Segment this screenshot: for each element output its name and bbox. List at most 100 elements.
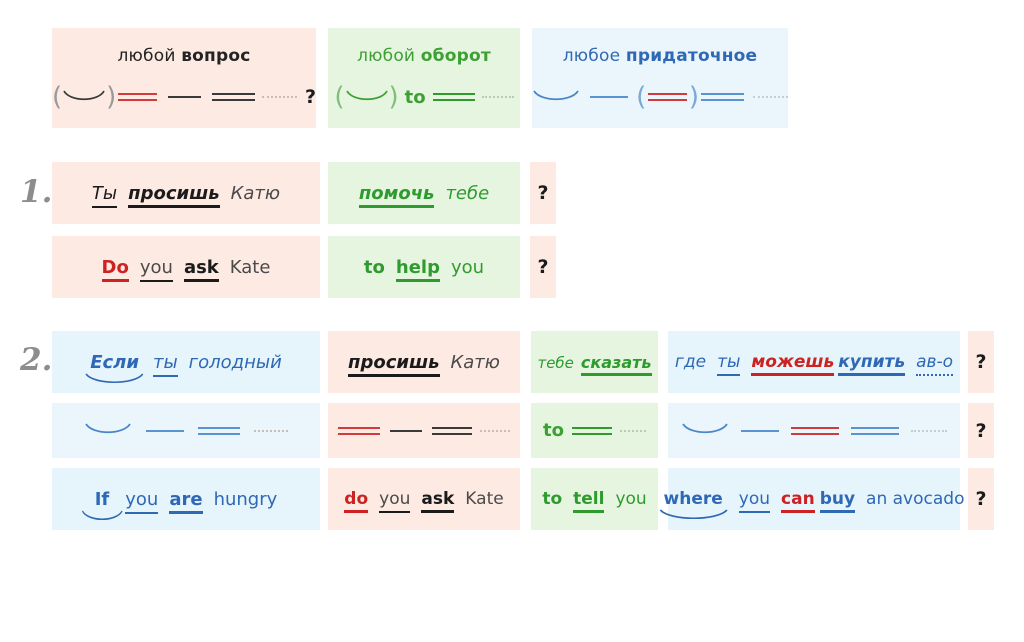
rest-dots (619, 429, 646, 432)
word-complement: hungry (213, 488, 278, 510)
swoosh-underline-icon (658, 509, 729, 522)
rest-dots (481, 96, 514, 98)
legend-clause-pre: любое (562, 46, 621, 66)
word-conjunction: where (659, 489, 728, 519)
diagram-canvas: любой вопрос ( ) ? любой оборот () to л… (0, 0, 1024, 642)
open-paren-icon: ( (636, 82, 647, 112)
diagram (338, 426, 510, 435)
legend-clause-key: придаточное (625, 46, 758, 66)
legend-question-pre: любой (117, 46, 176, 66)
subject-line (390, 429, 422, 432)
word-auxiliary: Do (101, 256, 130, 282)
legend-infinitive-title: любой оборот (328, 46, 520, 66)
word-predicate: просишь (128, 182, 221, 208)
word-subject: you (738, 489, 771, 513)
sentence: Если ты голодный (85, 351, 282, 383)
legend-card-clause: любое придаточное ( ) (532, 28, 789, 128)
rest-dots (254, 429, 288, 432)
diagram-to-label: to (543, 420, 564, 441)
subject-line (168, 96, 201, 98)
question-mark: ? (975, 488, 987, 510)
row-number-1: 1. (20, 174, 53, 210)
swoosh-underline-icon (81, 509, 124, 523)
legend-question-title: любой вопрос (52, 46, 316, 66)
row2-ru-question-mark-box: ? (968, 331, 994, 393)
word-predicate: просишь (348, 351, 440, 377)
word-to: to (363, 256, 385, 278)
row1-en-main-clause: Do you ask Kate (52, 236, 320, 298)
word-predicate: ask (421, 489, 455, 513)
word-infinitive: tell (573, 489, 605, 513)
rest-dots (911, 429, 947, 432)
infinitive-verb-line (571, 426, 612, 435)
legend-clause-diagram: ( ) (532, 82, 789, 112)
rest-dots (262, 96, 297, 98)
sentence: Do you ask Kate (101, 256, 271, 282)
word-subject: ты (717, 352, 741, 376)
sentence: do you ask Kate (344, 489, 504, 513)
modal-verb-line-red (791, 426, 839, 435)
word-object: Kate (465, 489, 504, 509)
word-predicate: голодный (188, 351, 282, 373)
word-subject: you (379, 489, 411, 513)
word-object: тебе (445, 182, 490, 204)
main-verb-line (851, 426, 899, 435)
legend-question-key: вопрос (181, 46, 251, 66)
legend-question-diagram: ( ) ? (52, 84, 316, 110)
row1-ru-main-clause: Ты просишь Катю (52, 162, 320, 224)
subject-line (589, 96, 629, 98)
row2-diagram-main-clause (328, 403, 520, 458)
row2-en-tail-clause: where you can buy an avocado (659, 468, 964, 530)
sentence: просишь Катю (348, 351, 500, 377)
question-mark: ? (975, 351, 987, 373)
word-infinitive: сказать (580, 352, 652, 376)
subject-curve-icon (345, 88, 389, 107)
row2-en-infinitive: to tell you (531, 468, 658, 530)
diagram: to (543, 420, 646, 441)
infinitive-verb-line (432, 93, 475, 101)
diagram (681, 421, 947, 440)
word-predicate: are (169, 488, 203, 514)
aux-verb-line-red (118, 93, 157, 101)
row2-diagram-infinitive: to (531, 403, 658, 458)
word-object: тебе (537, 353, 574, 372)
subject-line (146, 429, 184, 432)
word-predicate: ask (183, 256, 219, 282)
word-infinitive: buy (819, 489, 856, 513)
sentence: где ты можешь купить ав-о (675, 352, 954, 376)
row2-ru-main-clause: просишь Катю (328, 331, 520, 393)
legend-card-infinitive: любой оборот ( ) to (328, 28, 520, 128)
row1-ru-question-mark-box: ? (530, 162, 556, 224)
aux-verb-line-red (338, 426, 380, 435)
word-object: Kate (229, 256, 271, 278)
row2-ru-tail-clause: где ты можешь купить ав-о (668, 331, 960, 393)
legend-infinitive-to: to (404, 86, 426, 108)
word-object: you (450, 256, 485, 278)
close-paren-icon: ) (106, 82, 117, 112)
word-conjunction: Если (85, 352, 144, 383)
row2-ru-front-clause: Если ты голодный (52, 331, 320, 393)
row2-en-front-clause: If you are hungry (52, 468, 320, 530)
legend-infinitive-diagram: ( ) to (328, 84, 520, 110)
word-object: an avocado (866, 489, 965, 509)
word-subject: you (139, 256, 174, 282)
word-object: Катю (230, 182, 281, 204)
close-paren-icon: ) (688, 82, 700, 112)
rest-dots (753, 96, 789, 98)
legend-clause-title: любое придаточное (532, 46, 788, 66)
word-subject: you (125, 488, 159, 514)
conjunction-curve-icon (681, 421, 729, 440)
word-infinitive: купить (838, 352, 906, 376)
conjunction-curve-icon (84, 421, 132, 440)
rest-dots (480, 429, 510, 432)
row1-en-question-mark-box: ? (530, 236, 556, 298)
word-object: ав-о (916, 352, 954, 376)
row-number-2: 2. (20, 342, 53, 378)
question-mark: ? (975, 419, 987, 442)
diagram (84, 421, 288, 440)
sentence: Ты просишь Катю (91, 182, 281, 208)
row1-ru-infinitive: помочь тебе (328, 162, 520, 224)
word-modal: can (781, 489, 815, 513)
subject-line (741, 429, 779, 432)
word-object: Катю (450, 351, 500, 373)
